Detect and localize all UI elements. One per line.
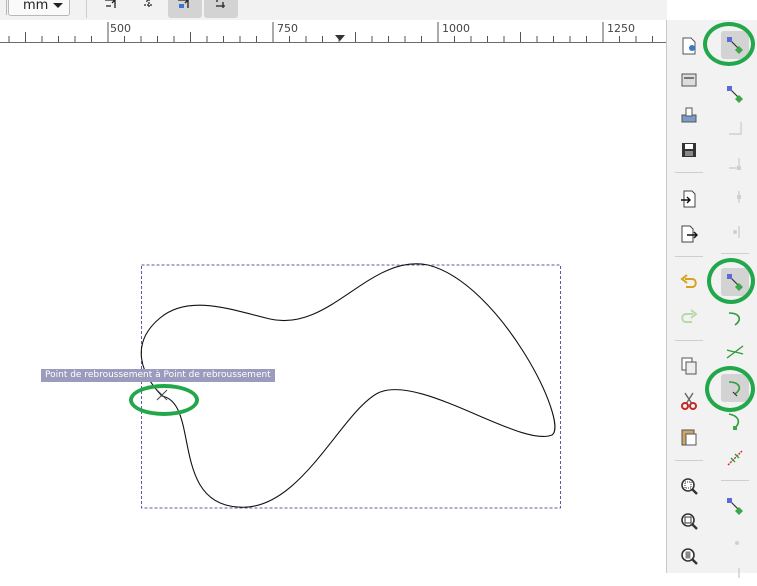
cut-button[interactable] xyxy=(675,387,703,415)
closed-bezier-path[interactable] xyxy=(140,263,556,508)
paste-button[interactable] xyxy=(675,423,703,451)
ruler-pointer-icon xyxy=(335,35,345,41)
unit-dropdown[interactable]: mm xyxy=(6,0,70,16)
snap-tooltip: Point de rebroussement à Point de rebrou… xyxy=(41,369,275,382)
align-snap-icon xyxy=(105,0,116,8)
separator xyxy=(675,460,703,461)
selection-bounding-box xyxy=(141,264,561,509)
zoom-selection-icon xyxy=(681,478,698,495)
snap-align-active-icon xyxy=(178,0,189,8)
export-icon xyxy=(681,225,698,243)
zoom-page-button[interactable] xyxy=(675,542,703,570)
horizontal-ruler[interactable]: 500 750 1000 1250 xyxy=(0,20,667,43)
separator xyxy=(675,340,703,341)
separator xyxy=(721,253,749,254)
ruler-label-750: 750 xyxy=(277,22,298,35)
drawing-canvas[interactable] xyxy=(0,43,666,573)
export-button[interactable] xyxy=(675,220,703,248)
import-icon xyxy=(681,190,696,208)
snap-bbox-corners-icon xyxy=(729,158,741,170)
ruler-label-500: 500 xyxy=(110,22,131,35)
snap-bounding-box-icon xyxy=(727,86,743,103)
snap-bounding-box-button[interactable] xyxy=(721,80,749,108)
snap-smooth-nodes-button[interactable] xyxy=(721,408,749,436)
zoom-drawing-button[interactable] xyxy=(675,507,703,535)
snap-toolbar: mm xyxy=(0,0,667,20)
snap-object-centers-icon xyxy=(735,541,739,545)
snap-line-midpoints-icon xyxy=(727,450,743,466)
snap-bbox-centers-button[interactable] xyxy=(721,218,749,246)
snap-path-intersections-button[interactable] xyxy=(721,338,749,366)
chevron-down-icon xyxy=(53,3,63,8)
snap-extra-icon xyxy=(738,568,740,578)
distribute-snap-icon xyxy=(144,0,152,8)
snap-toggle-a-button[interactable] xyxy=(96,0,130,18)
snap-toggle-b-button[interactable] xyxy=(132,0,166,18)
toolbar-separator xyxy=(86,0,87,18)
undo-button[interactable] xyxy=(675,269,703,297)
highlight-ring-node xyxy=(129,384,199,416)
canvas-drawing xyxy=(140,263,561,509)
snap-paths-icon xyxy=(728,312,741,326)
snap-extra-button[interactable] xyxy=(721,558,749,586)
highlight-ring-snap-cusp xyxy=(705,366,755,412)
print-button[interactable] xyxy=(675,102,703,130)
snap-bbox-centers-icon xyxy=(733,226,740,238)
save-icon xyxy=(682,143,696,157)
redo-button[interactable] xyxy=(675,304,703,332)
snap-bbox-corners-button[interactable] xyxy=(721,150,749,178)
separator xyxy=(721,480,749,481)
snap-others-button[interactable] xyxy=(721,492,749,520)
highlight-ring-snap-nodes xyxy=(707,258,755,304)
print-icon xyxy=(681,107,697,123)
snap-toggle-d-button[interactable] xyxy=(204,0,238,18)
ruler-ticks xyxy=(8,22,653,42)
ruler-label-1250: 1250 xyxy=(607,22,635,35)
snap-object-centers-button[interactable] xyxy=(721,527,749,555)
commands-bar xyxy=(667,20,711,573)
new-document-button[interactable] xyxy=(675,32,703,60)
snap-distribute-active-icon xyxy=(216,0,225,8)
separator xyxy=(675,256,703,257)
snap-bbox-edges-icon xyxy=(729,122,742,135)
open-document-button[interactable] xyxy=(675,66,703,94)
snap-bbox-midpoints-icon xyxy=(737,191,741,203)
toolbar-field-edge xyxy=(0,0,7,15)
unit-value: mm xyxy=(23,0,49,13)
import-button[interactable] xyxy=(675,185,703,213)
snap-others-icon xyxy=(727,498,743,515)
snap-toggle-c-button[interactable] xyxy=(168,0,202,18)
zoom-selection-button[interactable] xyxy=(675,472,703,500)
new-document-icon xyxy=(682,37,696,55)
separator xyxy=(675,172,703,173)
snap-smooth-nodes-icon xyxy=(728,413,740,430)
ruler-label-1000: 1000 xyxy=(442,22,470,35)
zoom-drawing-icon xyxy=(681,513,698,530)
save-button[interactable] xyxy=(675,136,703,164)
open-document-icon xyxy=(681,73,697,87)
snap-bbox-midpoints-button[interactable] xyxy=(721,183,749,211)
highlight-ring-snap-global xyxy=(703,22,755,66)
undo-icon xyxy=(680,274,697,288)
snap-line-midpoints-button[interactable] xyxy=(721,444,749,472)
copy-button[interactable] xyxy=(675,352,703,380)
cut-icon xyxy=(681,392,697,410)
copy-icon xyxy=(681,357,697,375)
paste-icon xyxy=(681,429,697,446)
redo-icon xyxy=(681,309,698,323)
snap-paths-button[interactable] xyxy=(721,305,749,333)
zoom-page-icon xyxy=(681,548,698,565)
snap-bbox-edges-button[interactable] xyxy=(721,114,749,142)
snap-path-intersections-icon xyxy=(726,345,744,359)
